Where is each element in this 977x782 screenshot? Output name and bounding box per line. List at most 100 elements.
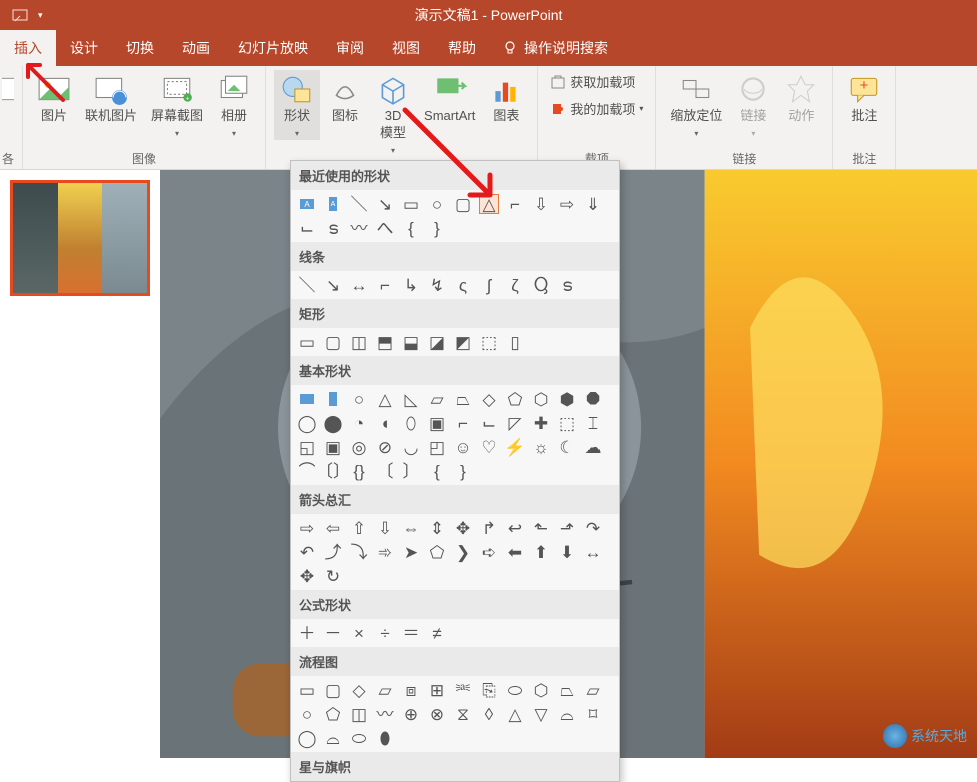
shape-textbox-vertical[interactable]: A	[323, 194, 343, 214]
shape-fc-manual-op[interactable]: ⏥	[583, 680, 603, 700]
shape-fc-offpage[interactable]: ⬠	[323, 704, 343, 724]
shape-curve-arrow[interactable]: ʃ	[479, 275, 499, 295]
shape-fc-decision[interactable]: ◇	[349, 680, 369, 700]
shape-decagon[interactable]: ◯	[297, 413, 317, 433]
shape-fc-merge[interactable]: ▽	[531, 704, 551, 724]
shape-arr-curved-l[interactable]: ↶	[297, 542, 317, 562]
shape-fc-alt[interactable]: ▢	[323, 680, 343, 700]
shape-eq-multiply[interactable]: ×	[349, 623, 369, 643]
zoom-button[interactable]: 缩放定位 ▾	[664, 70, 728, 140]
shape-fc-prep[interactable]: ⬡	[531, 680, 551, 700]
shape-fc-connector[interactable]: ○	[297, 704, 317, 724]
slide-thumbnail-1[interactable]	[10, 180, 150, 296]
shape-arr-notched[interactable]: ➤	[401, 542, 421, 562]
shape-rect-1[interactable]: ▭	[297, 332, 317, 352]
shape-rectangle[interactable]: ▭	[401, 194, 421, 214]
shape-fc-stored[interactable]: ⌓	[557, 704, 577, 724]
shape-block-arc[interactable]: ◡	[401, 437, 421, 457]
shape-arrow-down[interactable]: ⇩	[531, 194, 551, 214]
shape-arr-d[interactable]: ⇩	[375, 518, 395, 538]
shape-scribble[interactable]: へ	[375, 218, 395, 238]
comment-button[interactable]: + 批注	[841, 70, 887, 127]
shape-curve-double[interactable]: ζ	[505, 275, 525, 295]
icons-button[interactable]: 图标	[322, 70, 368, 127]
shape-textbox[interactable]: A	[297, 194, 317, 214]
shape-fc-predef[interactable]: ⧈	[401, 680, 421, 700]
shape-moon[interactable]: ☾	[557, 437, 577, 457]
shape-heptagon[interactable]: ⬢	[557, 389, 577, 409]
shape-arr-lr[interactable]: ⇔	[401, 518, 421, 538]
shape-fc-sort[interactable]: ◊	[479, 704, 499, 724]
shape-brace-left[interactable]: {	[401, 218, 421, 238]
shape-arc[interactable]: ⌒	[297, 461, 317, 481]
chart-button[interactable]: 图表	[483, 70, 529, 127]
shape-plus[interactable]: ✚	[531, 413, 551, 433]
tab-transition[interactable]: 切换	[112, 30, 168, 66]
shape-no[interactable]: ⊘	[375, 437, 395, 457]
shape-arrow-down2[interactable]: ⇓	[583, 194, 603, 214]
shape-arr-callout-l[interactable]: ⬅	[505, 542, 525, 562]
shape-plaque[interactable]: ⬚	[557, 413, 577, 433]
shape-hexagon[interactable]: ⬡	[531, 389, 551, 409]
shape-arr-callout-u[interactable]: ⬆	[531, 542, 551, 562]
shape-arr-ud[interactable]: ⇕	[427, 518, 447, 538]
shape-curve[interactable]: ട	[323, 218, 343, 238]
shape-frame[interactable]: ▣	[427, 413, 447, 433]
shape-pentagon[interactable]: ⬠	[505, 389, 525, 409]
shape-curve-conn[interactable]: ς	[453, 275, 473, 295]
shape-rect-4[interactable]: ⬒	[375, 332, 395, 352]
shape-triangle[interactable]: △	[479, 194, 499, 214]
shape-triangle-2[interactable]: △	[375, 389, 395, 409]
shape-pie[interactable]: ◔	[349, 413, 369, 433]
shape-arr-callout-r[interactable]: ➪	[479, 542, 499, 562]
shape-lbrace[interactable]: {	[427, 461, 447, 481]
shape-eq-divide[interactable]: ÷	[375, 623, 395, 643]
tab-animation[interactable]: 动画	[168, 30, 224, 66]
shape-rect-5[interactable]: ⬓	[401, 332, 421, 352]
shape-l-shape[interactable]: ⌙	[297, 218, 317, 238]
shape-dodecagon[interactable]: ⬤	[323, 413, 343, 433]
shape-arr-pentagon[interactable]: ⬠	[427, 542, 447, 562]
shape-rect-9[interactable]: ▯	[505, 332, 525, 352]
tab-help[interactable]: 帮助	[434, 30, 490, 66]
shape-arr-quad[interactable]: ✥	[453, 518, 473, 538]
shape-arr-callout-lr[interactable]: ↔	[583, 542, 603, 562]
online-picture-button[interactable]: 联机图片	[79, 70, 143, 127]
shape-fc-data[interactable]: ▱	[375, 680, 395, 700]
shape-arr-curved-r[interactable]: ↷	[583, 518, 603, 538]
shape-line[interactable]: ＼	[349, 194, 369, 214]
shape-elbow[interactable]: ⌐	[375, 275, 395, 295]
tab-view[interactable]: 视图	[378, 30, 434, 66]
album-button[interactable]: 相册 ▾	[211, 70, 257, 140]
shape-l[interactable]: ⌙	[479, 413, 499, 433]
shape-arr-lu[interactable]: ⬑	[531, 518, 551, 538]
shape-arr-circular[interactable]: ↻	[323, 566, 343, 586]
shape-fc-multidoc[interactable]: ⎘	[479, 680, 499, 700]
shape-rect-8[interactable]: ⬚	[479, 332, 499, 352]
shape-bevel[interactable]: ▣	[323, 437, 343, 457]
shape-eq-plus[interactable]: ＋	[297, 623, 317, 643]
shape-brace-right[interactable]: }	[427, 218, 447, 238]
shape-heart[interactable]: ♡	[479, 437, 499, 457]
shape-fc-display[interactable]: ⬮	[375, 728, 395, 748]
shape-eq-notequal[interactable]: ≠	[427, 623, 447, 643]
shape-fc-internal[interactable]: ⊞	[427, 680, 447, 700]
tab-insert[interactable]: 插入	[0, 30, 56, 66]
shape-basic-textbox[interactable]	[297, 389, 317, 409]
shape-freeform[interactable]: 〰	[349, 218, 369, 238]
screenshot-button[interactable]: + 屏幕截图 ▾	[145, 70, 209, 140]
shape-fc-doc[interactable]: ⎃	[453, 680, 473, 700]
tab-design[interactable]: 设计	[56, 30, 112, 66]
picture-button[interactable]: 图片	[31, 70, 77, 127]
shape-elbow-double[interactable]: ↯	[427, 275, 447, 295]
shape-basic-textbox-v[interactable]	[323, 389, 343, 409]
my-addins-button[interactable]: 我的加载项 ▾	[546, 97, 647, 120]
shape-brace[interactable]: {}	[349, 461, 369, 481]
shape-arrow-right[interactable]: ⇨	[557, 194, 577, 214]
shape-can[interactable]: ⌶	[583, 413, 603, 433]
shape-parallelogram[interactable]: ▱	[427, 389, 447, 409]
shape-fc-manual-input[interactable]: ⏢	[557, 680, 577, 700]
shape-arr-curved-u[interactable]: ⤴	[323, 542, 343, 562]
shape-arr-bent[interactable]: ↱	[479, 518, 499, 538]
shape-chord[interactable]: ◖	[375, 413, 395, 433]
